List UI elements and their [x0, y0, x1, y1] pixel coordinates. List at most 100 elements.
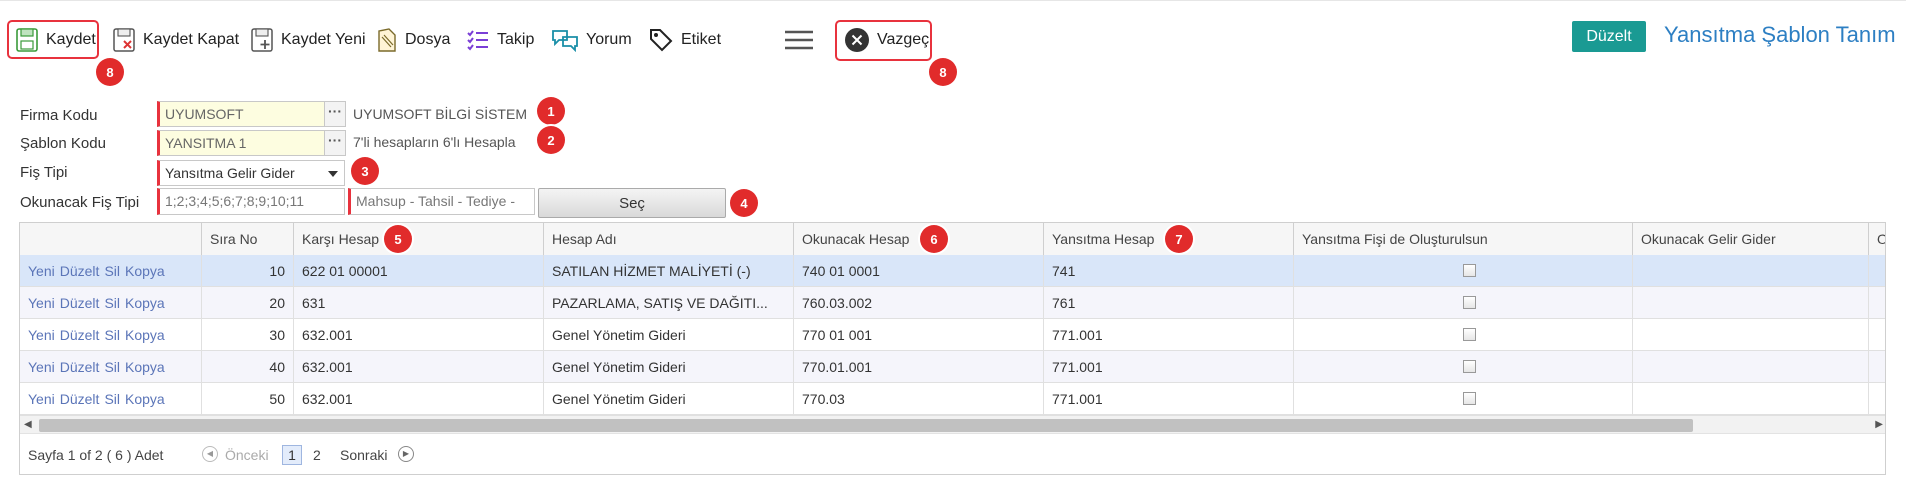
row-actions: Yeni Düzelt Sil Kopya [20, 351, 202, 383]
cell-yansitma-hesap: 741 [1044, 255, 1294, 287]
col-yansitma-fisi-header[interactable]: Yansıtma Fişi de Oluşturulsun [1294, 223, 1633, 255]
row-action-delete-link[interactable]: Sil [104, 327, 120, 343]
sablon-kodu-description: 7'li hesapların 6'lı Hesapla [353, 134, 516, 150]
table-row[interactable]: Yeni Düzelt Sil Kopya 30 632.001 Genel Yönetim… [20, 319, 1885, 351]
table-row[interactable]: Yeni Düzelt Sil Kopya 20 631 PAZARLAMA, SATIŞ … [20, 287, 1885, 319]
chevron-down-icon [328, 171, 338, 177]
table-row[interactable]: Yeni Düzelt Sil Kopya 40 632.001 Genel Yönetim… [20, 351, 1885, 383]
fis-tipi-select[interactable]: Yansıtma Gelir Gider [157, 160, 345, 186]
badge-karsi-hesap: 5 [384, 225, 412, 253]
row-action-copy-link[interactable]: Kopya [125, 359, 165, 375]
file-label: Dosya [405, 31, 451, 48]
row-action-delete-link[interactable]: Sil [104, 295, 120, 311]
row-action-edit-link[interactable]: Düzelt [60, 359, 100, 375]
follow-button[interactable]: Takip [466, 23, 534, 57]
row-action-edit-link[interactable]: Düzelt [60, 391, 100, 407]
row-action-copy-link[interactable]: Kopya [125, 327, 165, 343]
row-action-copy-link[interactable]: Kopya [125, 263, 165, 279]
page-1-button[interactable]: 1 [282, 445, 302, 465]
row-action-new-link[interactable]: Yeni [28, 263, 55, 279]
sablon-kodu-input[interactable]: YANSITMA 1 [157, 130, 325, 156]
cell-sira: 10 [202, 255, 294, 287]
save-new-button[interactable]: Kaydet Yeni [250, 23, 366, 57]
yansitma-fisi-checkbox[interactable] [1463, 264, 1476, 277]
pager-summary: Sayfa 1 of 2 ( 6 ) Adet [28, 447, 164, 463]
prev-page-button[interactable]: Önceki [225, 447, 269, 463]
okunacak-fis-tipi-names[interactable]: Mahsup - Tahsil - Tediye - [348, 188, 535, 215]
row-action-edit-link[interactable]: Düzelt [60, 263, 100, 279]
comment-icon [552, 30, 578, 52]
next-page-icon[interactable]: ▶ [398, 446, 414, 462]
row-action-new-link[interactable]: Yeni [28, 391, 55, 407]
cell-karsi-hesap: 632.001 [294, 319, 544, 351]
row-action-delete-link[interactable]: Sil [104, 263, 120, 279]
horizontal-scrollbar[interactable]: ◀ ▶ [20, 415, 1885, 433]
cell-yansitma-hesap: 771.001 [1044, 319, 1294, 351]
cell-gelir-gider [1633, 351, 1869, 383]
comment-button[interactable]: Yorum [551, 23, 632, 57]
row-action-new-link[interactable]: Yeni [28, 327, 55, 343]
row-action-edit-link[interactable]: Düzelt [60, 295, 100, 311]
cell-karsi-hesap: 622 01 00001 [294, 255, 544, 287]
okunacak-fis-tipi-input[interactable]: 1;2;3;4;5;6;7;8;9;10;11 [157, 188, 345, 215]
grid-header: Sıra No Karşı Hesap Hesap Adı Okunacak H… [20, 223, 1885, 256]
badge-save: 8 [96, 58, 124, 86]
row-action-delete-link[interactable]: Sil [104, 391, 120, 407]
row-action-new-link[interactable]: Yeni [28, 295, 55, 311]
cell-okunacak-hesap: 770.03 [794, 383, 1044, 415]
row-actions: Yeni Düzelt Sil Kopya [20, 255, 202, 287]
cell-sira: 30 [202, 319, 294, 351]
firma-kodu-lookup-button[interactable]: ··· [324, 101, 346, 127]
sablon-kodu-lookup-button[interactable]: ··· [324, 130, 346, 156]
row-actions: Yeni Düzelt Sil Kopya [20, 287, 202, 319]
tag-button[interactable]: Etiket [648, 23, 721, 57]
save-highlight [7, 20, 99, 59]
badge-yansitma-hesap: 7 [1165, 225, 1193, 253]
save-close-button[interactable]: Kaydet Kapat [112, 23, 239, 57]
row-action-new-link[interactable]: Yeni [28, 359, 55, 375]
row-action-copy-link[interactable]: Kopya [125, 295, 165, 311]
tag-icon [650, 29, 673, 52]
firma-kodu-input[interactable]: UYUMSOFT [157, 101, 325, 127]
cell-hesap-adi: Genel Yönetim Gideri [544, 351, 794, 383]
file-button[interactable]: Dosya [376, 23, 450, 57]
col-okunacak-header[interactable]: Okunacak Hesap [794, 223, 1044, 255]
table-row[interactable]: Yeni Düzelt Sil Kopya 10 622 01 00001 SATILAN … [20, 255, 1885, 287]
cell-sira: 50 [202, 383, 294, 415]
select-button[interactable]: Seç [538, 188, 726, 218]
col-sira-header[interactable]: Sıra No [202, 223, 294, 255]
cell-yansitma-hesap: 771.001 [1044, 383, 1294, 415]
yansitma-fisi-checkbox[interactable] [1463, 328, 1476, 341]
col-o-header[interactable]: O [1869, 223, 1885, 255]
sablon-kodu-label: Şablon Kodu [20, 135, 106, 152]
yansitma-fisi-checkbox[interactable] [1463, 360, 1476, 373]
row-action-delete-link[interactable]: Sil [104, 359, 120, 375]
yansitma-fisi-checkbox[interactable] [1463, 296, 1476, 309]
row-action-edit-link[interactable]: Düzelt [60, 327, 100, 343]
scroll-right-icon[interactable]: ▶ [1875, 419, 1883, 430]
next-page-button[interactable]: Sonraki [340, 447, 387, 463]
table-row[interactable]: Yeni Düzelt Sil Kopya 50 632.001 Genel Yönetim… [20, 383, 1885, 415]
save-close-label: Kaydet Kapat [143, 31, 240, 48]
cell-yansitma-hesap: 771.001 [1044, 351, 1294, 383]
cell-sira: 20 [202, 287, 294, 319]
edit-button[interactable]: Düzelt [1572, 21, 1646, 52]
data-grid: Sıra No Karşı Hesap Hesap Adı Okunacak H… [19, 222, 1886, 475]
yansitma-fisi-checkbox[interactable] [1463, 392, 1476, 405]
scroll-left-icon[interactable]: ◀ [24, 419, 32, 430]
col-adi-header[interactable]: Hesap Adı [544, 223, 794, 255]
cell-hesap-adi: PAZARLAMA, SATIŞ VE DAĞITI... [544, 287, 794, 319]
file-icon [378, 28, 396, 52]
firma-kodu-description: UYUMSOFT BİLGİ SİSTEM [353, 106, 527, 122]
menu-button[interactable] [784, 23, 814, 57]
prev-page-icon[interactable]: ◀ [202, 446, 218, 462]
row-action-copy-link[interactable]: Kopya [125, 391, 165, 407]
cell-hesap-adi: Genel Yönetim Gideri [544, 319, 794, 351]
col-karsi-header[interactable]: Karşı Hesap [294, 223, 544, 255]
col-actions-header [20, 223, 202, 255]
cancel-highlight [835, 20, 932, 61]
scrollbar-thumb[interactable] [39, 419, 1693, 432]
cell-hesap-adi: SATILAN HİZMET MALİYETİ (-) [544, 255, 794, 287]
page-2-button[interactable]: 2 [313, 447, 321, 463]
col-gelir-gider-header[interactable]: Okunacak Gelir Gider [1633, 223, 1869, 255]
